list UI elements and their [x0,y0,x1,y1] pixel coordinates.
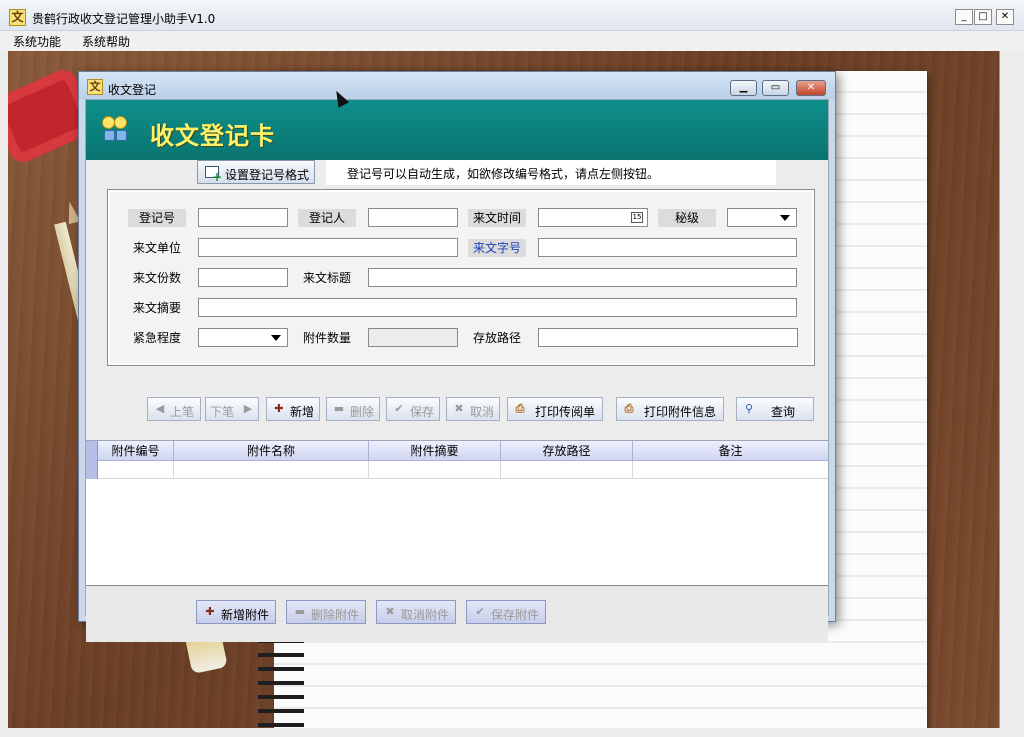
dialog-title: 收文登记 [108,83,157,97]
prev-record-button[interactable]: ◀ 上笔 [147,397,201,421]
next-icon: ▶ [243,402,253,415]
label-copies: 来文份数 [132,271,181,285]
menu-system-functions[interactable]: 系统功能 [13,33,61,50]
check-icon: ✔ [475,605,485,618]
hint-box: 登记号可以自动生成，如欲修改编号格式，请点左侧按钮。 [326,160,776,185]
table-cell[interactable] [174,461,369,479]
receive-registration-dialog: 文 收文登记 ▁ ▭ ✕ 收文登记卡 设置登记号格式 登记号可以自动生成，如欲修… [78,71,836,642]
banner-title: 收文登记卡 [150,122,275,150]
table-row[interactable] [86,461,828,479]
add-button[interactable]: ✚ 新增 [266,397,320,421]
add-attachment-button[interactable]: ✚ 新增附件 [196,600,276,624]
calendar-icon[interactable]: 15 [631,212,643,223]
format-settings-icon [205,166,222,184]
registrar-input[interactable] [368,208,458,227]
set-number-format-label: 设置登记号格式 [225,168,310,182]
column-header[interactable]: 附件编号 [98,441,174,461]
summary-input[interactable] [198,298,797,317]
users-icon [102,116,132,146]
urgency-select[interactable] [198,328,288,347]
delete-button[interactable]: ▬ 删除 [326,397,380,421]
table-cell[interactable] [633,461,828,479]
set-number-format-button[interactable]: 设置登记号格式 [197,160,315,184]
query-button[interactable]: ⚲ 查询 [736,397,814,421]
secrecy-select[interactable] [727,208,797,227]
minimize-button[interactable]: _ [955,9,973,25]
cancel-attachment-button[interactable]: ✖ 取消附件 [376,600,456,624]
table-cell[interactable] [369,461,501,479]
delete-attachment-button[interactable]: ▬ 删除附件 [286,600,366,624]
dialog-body: 收文登记卡 设置登记号格式 登记号可以自动生成，如欲修改编号格式，请点左侧按钮。… [85,99,829,642]
x-icon: ✖ [454,402,464,415]
close-button[interactable]: ✕ [996,9,1014,25]
cancel-button[interactable]: ✖ 取消 [446,397,500,421]
save-attachment-button[interactable]: ✔ 保存附件 [466,600,546,624]
plus-icon: ✚ [205,605,215,618]
table-cell[interactable] [501,461,633,479]
copies-input[interactable] [198,268,288,287]
attach-count-field [368,328,458,347]
column-header[interactable]: 附件名称 [174,441,369,461]
bottom-border [0,728,1024,737]
label-reg-no: 登记号 [128,209,186,227]
menu-bar: 系统功能 系统帮助 [0,31,1024,51]
banner: 收文登记卡 [86,100,828,160]
printer-icon: ⎙ [515,402,525,415]
left-border [0,51,8,728]
attachment-grid: 附件编号 附件名称 附件摘要 存放路径 备注 [86,440,828,585]
storage-path-input[interactable] [538,328,798,347]
printer-icon: ⎙ [624,402,634,415]
column-header[interactable]: 存放路径 [501,441,633,461]
dialog-title-bar[interactable]: 文 收文登记 ▁ ▭ ✕ [79,72,835,99]
minus-icon: ▬ [294,605,306,618]
app-title: 贵鹤行政收文登记管理小助手V1.0 [32,12,216,26]
plus-icon: ✚ [274,402,284,415]
dialog-icon: 文 [87,79,103,95]
attachment-toolbar: ✚ 新增附件 ▬ 删除附件 ✖ 取消附件 ✔ 保存附件 [86,585,828,642]
print-circulation-button[interactable]: ⎙ 打印传阅单 [507,397,603,421]
grid-header: 附件编号 附件名称 附件摘要 存放路径 备注 [86,441,828,461]
app-icon: 文 [9,9,26,26]
column-header[interactable]: 备注 [633,441,828,461]
app-title-bar: 文 贵鹤行政收文登记管理小助手V1.0 _ □ ✕ [0,0,1024,31]
doc-title-input[interactable] [368,268,797,287]
column-header[interactable]: 附件摘要 [369,441,501,461]
check-icon: ✔ [394,402,404,415]
doc-no-input[interactable] [538,238,797,257]
menu-system-help[interactable]: 系统帮助 [82,33,130,50]
label-attach-count: 附件数量 [302,331,351,345]
right-border [999,51,1024,728]
save-button[interactable]: ✔ 保存 [386,397,440,421]
label-summary: 来文摘要 [132,301,181,315]
label-incoming-time: 来文时间 [468,209,526,227]
row-marker [86,461,98,479]
label-doc-no[interactable]: 来文字号 [468,239,526,257]
hint-text: 登记号可以自动生成，如欲修改编号格式，请点左侧按钮。 [347,167,660,181]
maximize-button[interactable]: □ [974,9,992,25]
dialog-close-button[interactable]: ✕ [796,80,826,96]
grid-corner [86,441,98,461]
reg-no-input[interactable] [198,208,288,227]
dialog-maximize-button[interactable]: ▭ [762,80,789,96]
print-attachment-button[interactable]: ⎙ 打印附件信息 [616,397,724,421]
magnifier-icon: ⚲ [744,402,754,415]
dialog-minimize-button[interactable]: ▁ [730,80,757,96]
x-icon: ✖ [385,605,395,618]
label-registrar: 登记人 [298,209,356,227]
table-cell[interactable] [98,461,174,479]
registration-form: 登记号 登记人 来文时间 15 秘级 来文单位 来文字号 来文份数 来文标题 来… [107,189,815,366]
chevron-down-icon [271,335,281,341]
sender-unit-input[interactable] [198,238,458,257]
next-record-button[interactable]: 下笔 ▶ [205,397,259,421]
prev-icon: ◀ [155,402,165,415]
label-urgency: 紧急程度 [132,331,181,345]
label-sender-unit: 来文单位 [132,241,181,255]
minus-icon: ▬ [333,402,345,415]
incoming-time-picker[interactable]: 15 [538,208,648,227]
label-secrecy: 秘级 [658,209,716,227]
label-storage-path: 存放路径 [472,331,521,345]
label-doc-title: 来文标题 [302,271,351,285]
chevron-down-icon [780,215,790,221]
